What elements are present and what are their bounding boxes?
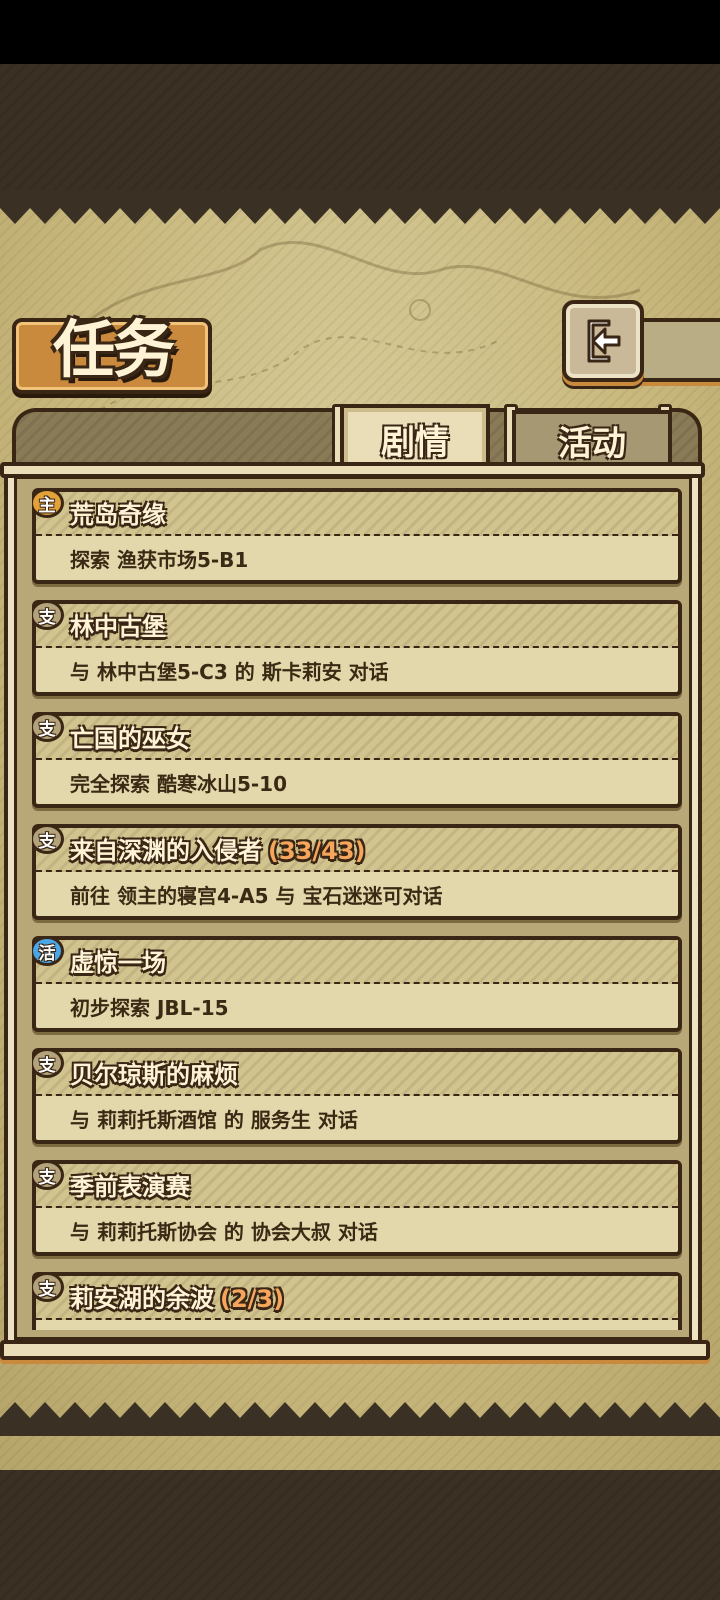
tab-event[interactable]: 活动	[512, 410, 672, 470]
quest-description: 探索 渔获市场5-B1	[70, 548, 249, 572]
quest-item[interactable]: 支 季前表演赛 与 莉莉托斯协会 的 协会大叔 对话	[32, 1160, 682, 1256]
quest-title: 亡国的巫女	[70, 720, 196, 758]
quest-title: 季前表演赛	[70, 1168, 196, 1206]
quest-title-text: 来自深渊的入侵者	[70, 837, 262, 865]
quest-item[interactable]: 活 虚惊一场 初步探索 JBL-15	[32, 936, 682, 1032]
quest-item[interactable]: 支 莉安湖的余波 (2/3)	[32, 1272, 682, 1330]
quest-title-text: 虚惊一场	[70, 949, 166, 977]
zigzag-border-bottom	[0, 1402, 720, 1436]
quest-title: 林中古堡	[70, 608, 172, 646]
quest-title: 来自深渊的入侵者 (33/43)	[70, 832, 366, 870]
quest-item[interactable]: 支 来自深渊的入侵者 (33/43) 前往 领主的寝宫4-A5 与 宝石迷迷可对话	[32, 824, 682, 920]
quest-title-text: 季前表演赛	[70, 1173, 190, 1201]
map-background-top	[0, 64, 720, 194]
back-button-rail	[640, 318, 720, 382]
quest-description: 前往 领主的寝宫4-A5 与 宝石迷迷可对话	[70, 884, 443, 908]
back-arrow-icon	[587, 319, 621, 363]
status-bar	[0, 0, 720, 64]
quest-title-text: 荒岛奇缘	[70, 501, 166, 529]
zigzag-border-top	[0, 190, 720, 224]
quest-title: 莉安湖的余波 (2/3)	[70, 1280, 284, 1318]
quest-description: 与 莉莉托斯协会 的 协会大叔 对话	[70, 1220, 378, 1244]
quest-item[interactable]: 主 荒岛奇缘 探索 渔获市场5-B1	[32, 488, 682, 584]
quest-title-text: 林中古堡	[70, 613, 166, 641]
frame-top-rail	[0, 462, 705, 478]
quest-title-text: 贝尔琼斯的麻烦	[70, 1061, 238, 1089]
back-button[interactable]	[562, 300, 644, 382]
quest-progress: (33/43)	[268, 837, 366, 865]
page-title: 任务	[52, 313, 175, 386]
quest-list[interactable]: 主 荒岛奇缘 探索 渔获市场5-B1 支 林中古堡 与 林中古堡5-C3 的 斯…	[32, 488, 682, 1330]
quest-title: 虚惊一场	[70, 944, 172, 982]
quest-progress: (2/3)	[220, 1285, 285, 1313]
frame-bottom-rail	[0, 1340, 710, 1360]
quest-title-text: 亡国的巫女	[70, 725, 190, 753]
quest-title-text: 莉安湖的余波	[70, 1285, 214, 1313]
quest-description: 完全探索 酷寒冰山5-10	[70, 772, 288, 796]
quest-description: 与 林中古堡5-C3 的 斯卡莉安 对话	[70, 660, 389, 684]
map-background-bottom	[0, 1470, 720, 1600]
quest-description: 初步探索 JBL-15	[70, 996, 229, 1020]
quest-title: 荒岛奇缘	[70, 496, 172, 534]
quest-item[interactable]: 支 亡国的巫女 完全探索 酷寒冰山5-10	[32, 712, 682, 808]
quest-item[interactable]: 支 林中古堡 与 林中古堡5-C3 的 斯卡莉安 对话	[32, 600, 682, 696]
quest-description: 与 莉莉托斯酒馆 的 服务生 对话	[70, 1108, 358, 1132]
quest-item[interactable]: 支 贝尔琼斯的麻烦 与 莉莉托斯酒馆 的 服务生 对话	[32, 1048, 682, 1144]
quest-title: 贝尔琼斯的麻烦	[70, 1056, 244, 1094]
